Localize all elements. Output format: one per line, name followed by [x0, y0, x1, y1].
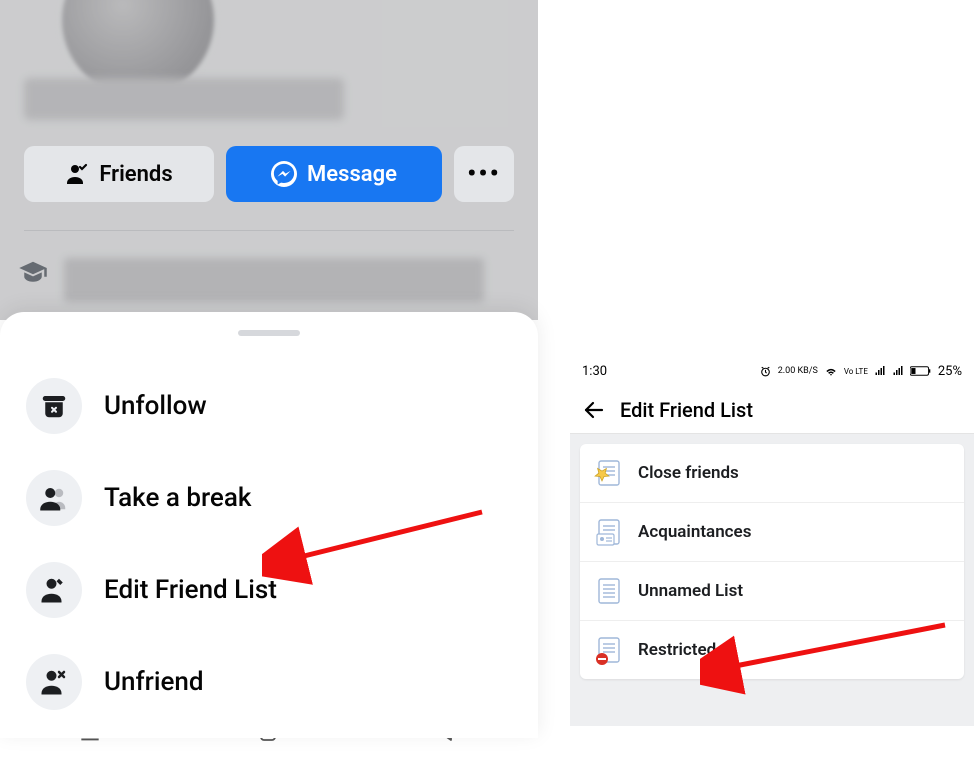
option-unfollow-label: Unfollow — [104, 391, 207, 421]
messenger-icon — [271, 161, 297, 187]
option-unfriend-label: Unfriend — [104, 667, 204, 697]
doc-icon — [594, 576, 624, 606]
doc-block-icon — [594, 635, 624, 665]
edit-friend-list-header: Edit Friend List — [570, 386, 974, 434]
option-edit-friend-list[interactable]: Edit Friend List — [20, 544, 518, 636]
phone-right: 1:30 2.00 KB/S Vo LTE 25% — [570, 356, 974, 726]
profile-header-area: Friends Message ••• — [0, 0, 538, 320]
sheet-grabber[interactable] — [238, 330, 300, 336]
status-net-speed: 2.00 KB/S — [778, 367, 818, 376]
battery-icon — [910, 365, 932, 377]
archive-x-icon — [26, 378, 82, 434]
education-text-blurred — [64, 258, 484, 302]
person-remove-icon — [26, 654, 82, 710]
status-volte: Vo LTE — [844, 367, 868, 376]
edit-friend-list-title: Edit Friend List — [620, 398, 753, 422]
friend-check-icon — [65, 162, 89, 186]
phone-left: Friends Message ••• — [0, 0, 538, 763]
friend-lists: Close friends Acquaintances — [580, 444, 964, 679]
doc-star-icon — [594, 458, 624, 488]
list-item-restricted-label: Restricted — [638, 640, 716, 660]
people-icon — [26, 470, 82, 526]
status-battery-pct: 25% — [938, 364, 962, 379]
friends-button-label: Friends — [99, 162, 172, 187]
profile-avatar — [58, 0, 218, 100]
profile-more-button[interactable]: ••• — [454, 146, 514, 202]
signal-icon — [874, 365, 886, 377]
list-item-unnamed[interactable]: Unnamed List — [580, 562, 964, 621]
option-take-a-break[interactable]: Take a break — [20, 452, 518, 544]
list-item-unnamed-label: Unnamed List — [638, 581, 743, 601]
message-button-label: Message — [307, 162, 397, 187]
friend-options-sheet: Unfollow Take a break — [0, 312, 538, 738]
alarm-icon — [759, 365, 772, 378]
list-item-acquaintances[interactable]: Acquaintances — [580, 503, 964, 562]
list-item-close-friends-label: Close friends — [638, 463, 739, 483]
profile-action-row: Friends Message ••• — [24, 146, 514, 202]
doc-card-icon — [594, 517, 624, 547]
message-button[interactable]: Message — [226, 146, 442, 202]
list-item-acquaintances-label: Acquaintances — [638, 522, 751, 542]
list-item-close-friends[interactable]: Close friends — [580, 444, 964, 503]
divider — [24, 230, 514, 231]
list-item-restricted[interactable]: Restricted — [580, 621, 964, 679]
option-edit-friend-list-label: Edit Friend List — [104, 575, 277, 605]
status-bar: 1:30 2.00 KB/S Vo LTE 25% — [570, 356, 974, 386]
wifi-icon — [824, 364, 838, 378]
graduation-cap-icon — [18, 258, 48, 288]
option-take-a-break-label: Take a break — [104, 483, 251, 513]
status-right: 2.00 KB/S Vo LTE 25% — [759, 364, 962, 379]
ellipsis-icon: ••• — [467, 159, 501, 189]
profile-name-blurred — [24, 78, 344, 120]
option-unfriend[interactable]: Unfriend — [20, 636, 518, 728]
signal-icon-2 — [892, 365, 904, 377]
back-arrow-icon[interactable] — [582, 398, 606, 422]
friends-button[interactable]: Friends — [24, 146, 214, 202]
education-row — [18, 258, 484, 302]
status-time: 1:30 — [582, 364, 607, 379]
person-edit-icon — [26, 562, 82, 618]
option-unfollow[interactable]: Unfollow — [20, 360, 518, 452]
